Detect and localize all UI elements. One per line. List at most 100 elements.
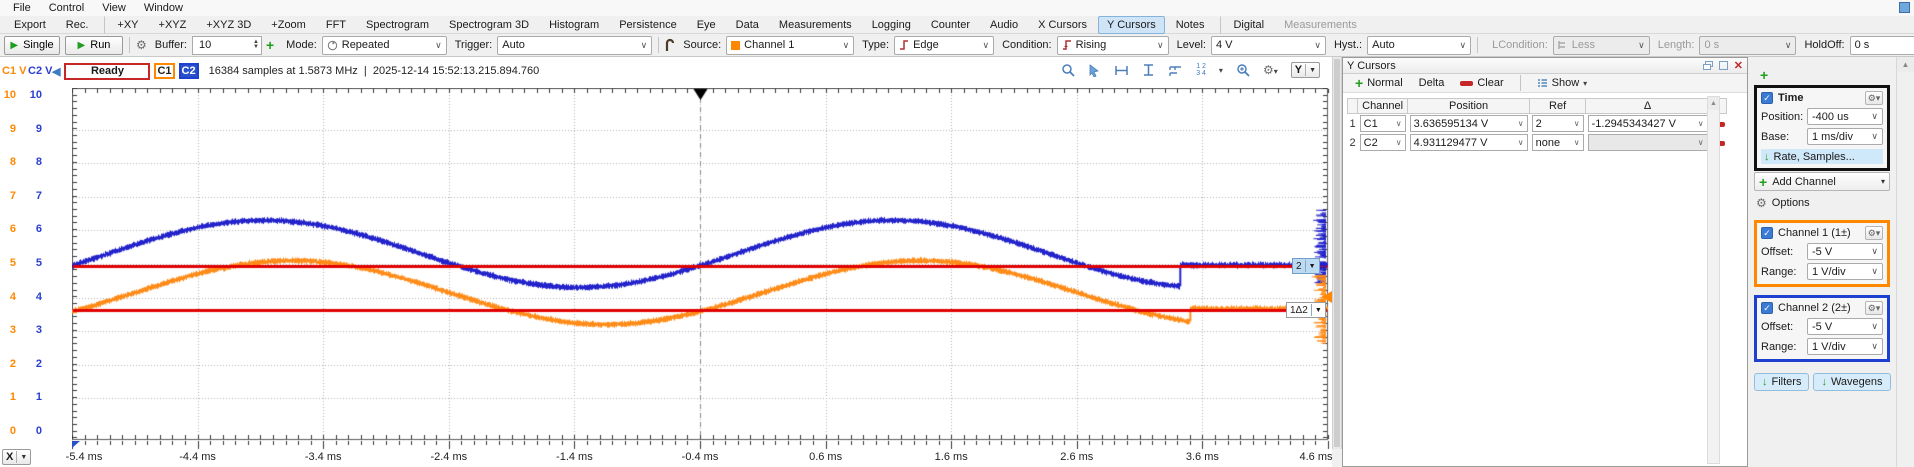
clear-cursors-button[interactable]: Clear [1454,76,1509,90]
filters-button[interactable]: ↓ Filters [1754,373,1809,391]
cursor1-handle[interactable]: 1Δ2 ▼ [1286,302,1326,318]
tab-spectrogram-3d[interactable]: Spectrogram 3D [440,16,538,34]
tab-counter[interactable]: Counter [922,16,979,34]
single-button[interactable]: ▶ Single [4,36,60,55]
level-select[interactable]: 4 V ∨ [1211,36,1326,55]
scroll-up-icon[interactable]: ▲ [1708,97,1719,110]
source-select[interactable]: Channel 1 ∨ [726,36,854,55]
base-label: Base: [1761,131,1789,143]
zoom-plus-icon[interactable] [1236,63,1250,77]
buffer-input[interactable]: 10 ▲▼ [192,36,262,55]
add-delta-cursor-button[interactable]: Delta [1413,76,1451,90]
cursor2-handle[interactable]: 2 ▼ [1292,258,1320,274]
cursor-channel-select[interactable]: C2∨ [1360,134,1406,151]
channel1-badge[interactable]: C1 [154,63,174,79]
tab-measurements[interactable]: Measurements [770,16,861,34]
measure-icon[interactable] [1168,64,1183,77]
panel-scrollbar[interactable]: ▲ [1896,57,1914,467]
cursor-ref-select[interactable]: none∨ [1532,134,1584,151]
hysteresis-select[interactable]: Auto ∨ [1367,36,1471,55]
zoom-icon[interactable] [1061,63,1075,77]
plot-scrollbar[interactable] [1332,57,1342,449]
add-normal-cursor-button[interactable]: + Normal [1349,74,1409,92]
maximize-icon[interactable] [1719,61,1728,70]
channel1-checkbox[interactable]: ✓ [1761,227,1773,239]
tab-rec-[interactable]: Rec. [57,16,98,34]
tab-y-cursors[interactable]: Y Cursors [1098,16,1165,34]
time-position-select[interactable]: -400 us ∨ [1807,108,1883,125]
tab--zoom[interactable]: +Zoom [262,16,315,34]
fit-height-icon[interactable] [1142,63,1155,77]
channel2-range-select[interactable]: 1 V/div ∨ [1807,338,1883,355]
quadrants-icon[interactable]: 1 23 4 [1196,63,1206,77]
cursor-delta-select[interactable]: -1.2945343427 V∨ [1588,115,1708,132]
cursor-position-select[interactable]: 4.931129477 V∨ [1410,134,1528,151]
channel1-range-select[interactable]: 1 V/div ∨ [1807,263,1883,280]
waveform-plot[interactable] [72,88,1332,450]
y-axis-combo[interactable]: Y ▼ [1291,62,1320,78]
tab--xyz[interactable]: +XYZ [150,16,196,34]
tab-export[interactable]: Export [5,16,55,34]
holdoff-select[interactable]: 0 s ∨ [1850,36,1914,55]
menu-item-window[interactable]: Window [135,1,192,15]
cursor-ref-select[interactable]: 2∨ [1532,115,1584,132]
close-icon[interactable]: ✕ [1734,59,1743,72]
tab-audio[interactable]: Audio [981,16,1027,34]
condition-select[interactable]: Rising ∨ [1057,36,1169,55]
x-tick: -1.4 ms [556,451,593,463]
pointer-icon[interactable] [1088,64,1101,77]
x-axis-combo[interactable]: X ▼ [2,449,31,465]
channel2-checkbox[interactable]: ✓ [1761,302,1773,314]
y-tick-c1: 3 [0,324,16,336]
cursors-scrollbar[interactable]: ▲ [1707,96,1720,464]
cursor-position-select[interactable]: 3.636595134 V∨ [1410,115,1528,132]
mode-select[interactable]: Repeated ∨ [322,36,447,55]
trigger-select[interactable]: Auto ∨ [497,36,652,55]
x-tick: 3.6 ms [1186,451,1219,463]
tab-notes[interactable]: Notes [1167,16,1214,34]
chevron-down-icon[interactable]: ▾ [1219,66,1223,75]
restore-icon[interactable] [1703,61,1713,70]
channel2-offset-select[interactable]: -5 V ∨ [1807,318,1883,335]
tab-digital[interactable]: Digital [1220,16,1273,34]
add-buffer-icon[interactable]: + [266,37,274,53]
fit-width-icon[interactable] [1114,64,1129,77]
add-channel-button[interactable]: + Add Channel ▾ [1754,172,1890,191]
tab-x-cursors[interactable]: X Cursors [1029,16,1096,34]
tab-fft[interactable]: FFT [317,16,355,34]
run-button[interactable]: ▶ Run [65,36,123,55]
type-select[interactable]: Edge ∨ [894,36,994,55]
time-base-select[interactable]: 1 ms/div ∨ [1807,128,1883,145]
options-button[interactable]: ⚙ Options [1756,196,1810,210]
cursor-channel-select[interactable]: C1∨ [1360,115,1406,132]
time-checkbox[interactable]: ✓ [1761,92,1773,104]
menu-item-file[interactable]: File [4,1,40,15]
tab-histogram[interactable]: Histogram [540,16,608,34]
chevron-down-icon: ▾ [1881,177,1885,186]
tab-spectrogram[interactable]: Spectrogram [357,16,438,34]
menu-item-control[interactable]: Control [40,1,93,15]
spinner-arrows-icon[interactable]: ▲▼ [247,40,259,50]
gear-icon[interactable]: ⚙▾ [1865,226,1883,240]
gear-icon[interactable]: ⚙▾ [1865,91,1883,105]
gear-icon[interactable]: ⚙▾ [1865,301,1883,315]
tab-measurements[interactable]: Measurements [1275,16,1366,34]
tab--xy[interactable]: +XY [104,16,147,34]
tab-data[interactable]: Data [727,16,768,34]
scroll-up-icon[interactable]: ▲ [1897,57,1914,72]
channel2-badge[interactable]: C2 [179,63,199,79]
type-value: Edge [913,39,939,51]
tab--xyz-3d[interactable]: +XYZ 3D [197,16,260,34]
wavegens-button[interactable]: ↓ Wavegens [1813,373,1890,391]
gear-menu-icon[interactable]: ⚙▾ [1263,63,1278,77]
tab-persistence[interactable]: Persistence [610,16,685,34]
channel1-offset-select[interactable]: -5 V ∨ [1807,243,1883,260]
tab-eye[interactable]: Eye [688,16,725,34]
tab-logging[interactable]: Logging [863,16,920,34]
buffer-gear-icon[interactable]: ⚙ [136,38,147,52]
collapse-left-icon[interactable]: ◀ [52,65,60,78]
menu-item-view[interactable]: View [93,1,135,15]
rate-samples-button[interactable]: ↓ Rate, Samples... [1761,149,1883,164]
show-menu-button[interactable]: Show ▾ [1531,76,1594,90]
add-icon[interactable]: + [1760,67,1768,83]
